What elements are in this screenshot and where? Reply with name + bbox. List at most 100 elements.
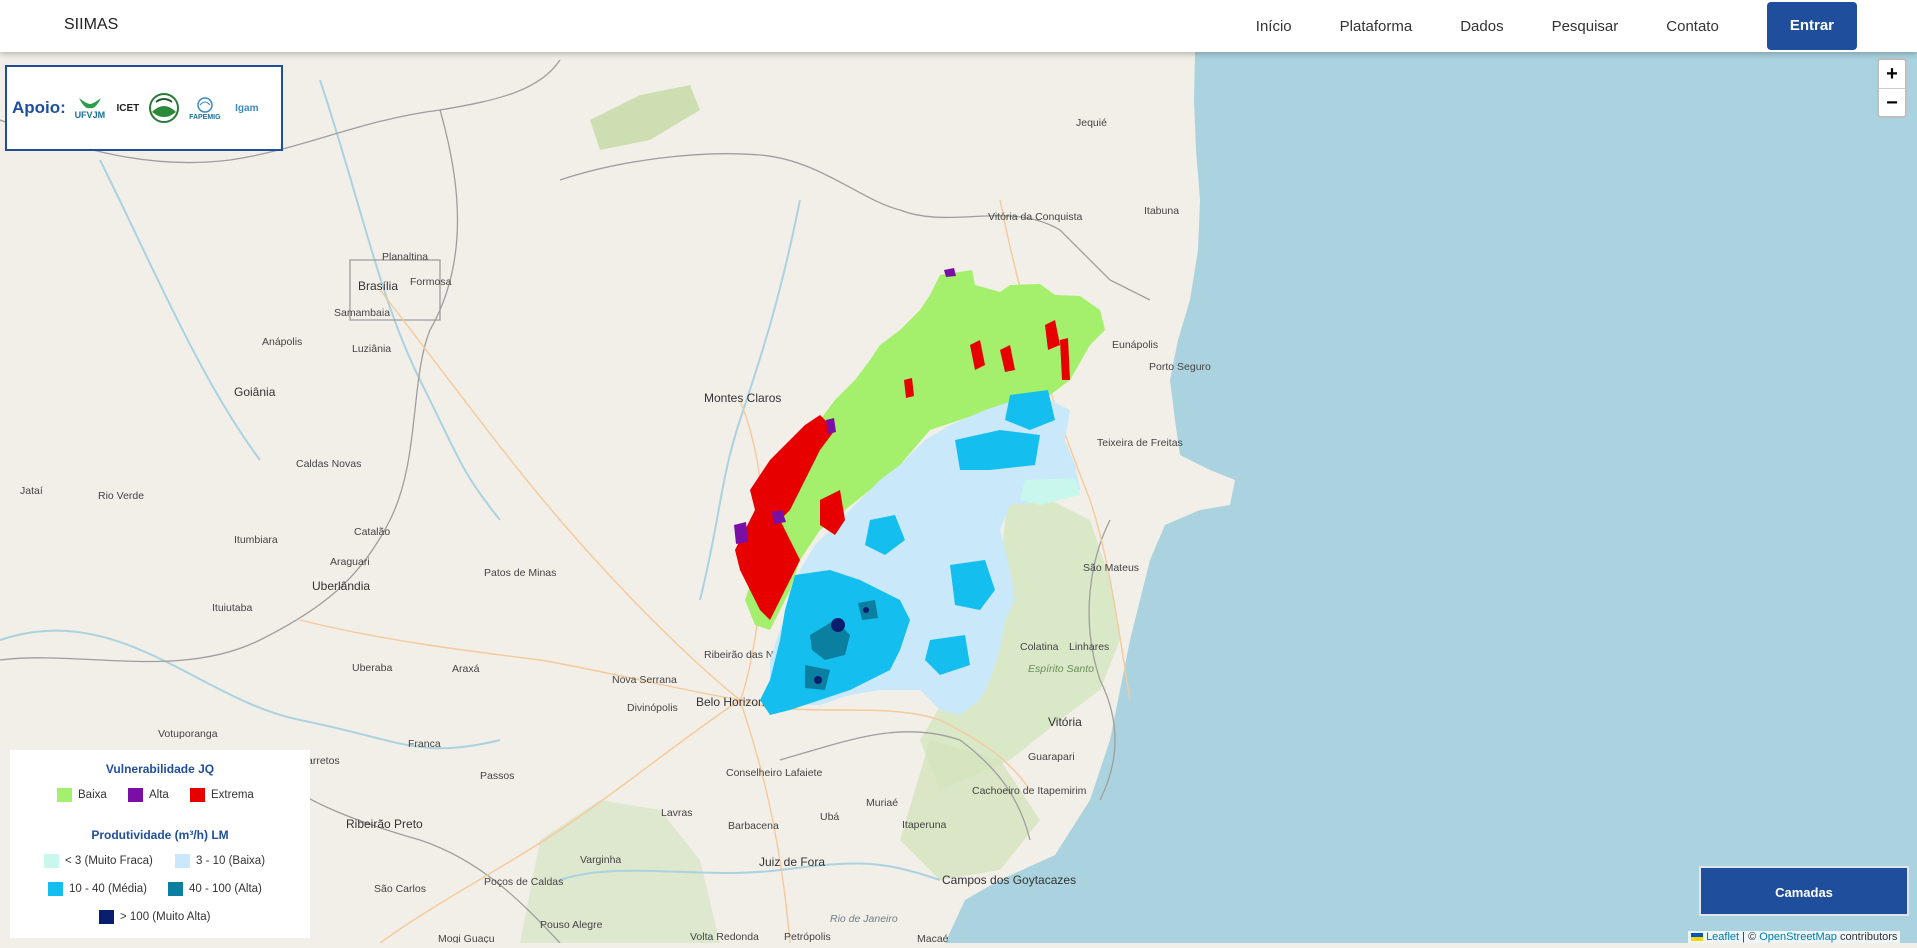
city-label: Porto Seguro xyxy=(1149,361,1211,373)
sponsors-box: Apoio: UFVJM ICET FAPEMIG Igam xyxy=(5,65,283,151)
city-label: Passos xyxy=(480,770,514,782)
city-label: Ituiutaba xyxy=(212,602,252,614)
legend-item: 40 - 100 (Alta) xyxy=(168,882,262,896)
city-label: Teixeira de Freitas xyxy=(1097,437,1183,449)
osm-link[interactable]: OpenStreetMap xyxy=(1759,931,1837,943)
leaf-icon xyxy=(78,98,101,109)
nav-link-pesquisar[interactable]: Pesquisar xyxy=(1552,18,1619,35)
city-label: Jequié xyxy=(1076,117,1107,129)
city-label: Itabuna xyxy=(1144,205,1179,217)
nav-link-inicio[interactable]: Início xyxy=(1256,18,1292,35)
prod-muito-alta-area[interactable] xyxy=(814,676,822,684)
vuln-alta-area[interactable] xyxy=(734,522,748,544)
city-label: Itumbiara xyxy=(234,534,278,546)
legend-label: Baixa xyxy=(78,789,107,801)
legend-item: > 100 (Muito Alta) xyxy=(99,910,210,924)
city-label: Ribeirão Preto xyxy=(346,817,423,831)
city-label: Montes Claros xyxy=(704,391,781,405)
city-label: Goiânia xyxy=(234,385,276,399)
city-label: Ubá xyxy=(820,811,839,823)
city-label: Linhares xyxy=(1069,641,1109,653)
zoom-control: + − xyxy=(1877,58,1907,118)
city-label: Petrópolis xyxy=(784,931,831,943)
city-label: Varginha xyxy=(580,854,621,866)
legend-swatch xyxy=(128,788,143,802)
city-label: Nova Serrana xyxy=(612,674,677,686)
city-label: Espírito Santo xyxy=(1028,663,1094,675)
city-label: Anápolis xyxy=(262,336,302,348)
prod-muito-alta-area[interactable] xyxy=(863,607,869,613)
legend-item: Extrema xyxy=(190,788,254,802)
city-label: Patos de Minas xyxy=(484,567,556,579)
legend-swatch xyxy=(57,788,72,802)
legend-vuln-title: Vulnerabilidade JQ xyxy=(105,762,215,776)
zoom-out-button[interactable]: − xyxy=(1879,88,1905,117)
city-label: Samambaia xyxy=(334,307,390,319)
city-label: São Carlos xyxy=(374,883,426,895)
brand-logo[interactable]: SIIMAS xyxy=(64,16,118,34)
city-label: Araguari xyxy=(330,556,370,568)
login-button[interactable]: Entrar xyxy=(1766,2,1857,50)
city-label: Poços de Caldas xyxy=(484,876,563,888)
city-label: Guarapari xyxy=(1028,751,1075,763)
city-label: Divinópolis xyxy=(627,702,678,714)
attribution-suffix: contributors xyxy=(1836,931,1898,943)
legend-item: 3 - 10 (Baixa) xyxy=(175,854,265,868)
city-label: Lavras xyxy=(661,807,693,819)
city-label: Formosa xyxy=(410,276,452,288)
layers-button[interactable]: Camadas xyxy=(1699,866,1909,916)
city-label: São Mateus xyxy=(1083,562,1139,574)
city-label: Jataí xyxy=(20,485,43,497)
ufvjm-logo: UFVJM xyxy=(72,96,108,120)
legend-swatch xyxy=(44,854,59,868)
globe-icon xyxy=(148,93,179,123)
nav-links: Início Plataforma Dados Pesquisar Contat… xyxy=(1208,0,1857,52)
legend-item: Alta xyxy=(128,788,169,802)
city-label: Itaperuna xyxy=(902,819,947,831)
city-label: Luziânia xyxy=(352,343,391,355)
legend-label: > 100 (Muito Alta) xyxy=(120,911,211,923)
city-label: Uberlândia xyxy=(312,579,370,593)
city-label: Catalão xyxy=(354,526,390,538)
fapemig-icon xyxy=(197,96,213,113)
map-attribution: Leaflet | © OpenStreetMap contributors xyxy=(1688,931,1901,943)
fapemig-logo: FAPEMIG xyxy=(186,96,224,121)
city-label: Volta Redonda xyxy=(690,931,759,943)
legend-item: < 3 (Muito Fraca) xyxy=(44,854,153,868)
city-label: Araxá xyxy=(452,663,480,675)
sponsors-label: Apoio: xyxy=(12,98,66,117)
globe-logo xyxy=(148,92,180,124)
legend-label: < 3 (Muito Fraca) xyxy=(65,855,153,867)
city-label: Caldas Novas xyxy=(296,458,361,470)
nav-link-dados[interactable]: Dados xyxy=(1460,18,1503,35)
nav-link-plataforma[interactable]: Plataforma xyxy=(1340,18,1413,35)
city-label: Vitória da Conquista xyxy=(988,211,1083,223)
city-label: Barbacena xyxy=(728,820,779,832)
legend-label: Alta xyxy=(149,789,169,801)
city-label: Franca xyxy=(408,738,441,750)
city-label: Vitória xyxy=(1048,715,1082,729)
legend-prod-title: Produtividade (m³/h) LM xyxy=(91,828,229,842)
igam-logo: Igam xyxy=(235,102,259,114)
legend-swatch xyxy=(175,854,190,868)
city-label: Pouso Alegre xyxy=(540,919,603,931)
city-label: Planaltina xyxy=(382,251,428,263)
legend-label: Extrema xyxy=(211,789,254,801)
prod-muito-alta-area[interactable] xyxy=(831,618,845,632)
city-label: Mogi Guaçu xyxy=(438,933,495,943)
city-label: Macaé xyxy=(917,933,949,943)
city-label: Campos dos Goytacazes xyxy=(942,873,1076,887)
city-label: Votuporanga xyxy=(158,728,218,740)
top-navbar: SIIMAS Início Plataforma Dados Pesquisar… xyxy=(0,0,1917,52)
ukraine-flag-icon xyxy=(1691,933,1703,942)
legend-swatch xyxy=(99,910,114,924)
legend-swatch xyxy=(190,788,205,802)
nav-link-contato[interactable]: Contato xyxy=(1666,18,1719,35)
city-label: Cachoeiro de Itapemirim xyxy=(972,785,1087,797)
legend-item: Baixa xyxy=(57,788,107,802)
city-label: Eunápolis xyxy=(1112,339,1158,351)
city-label: Rio Verde xyxy=(98,490,144,502)
city-label: Rio de Janeiro xyxy=(830,913,898,925)
zoom-in-button[interactable]: + xyxy=(1879,60,1905,88)
leaflet-link[interactable]: Leaflet xyxy=(1706,931,1739,943)
